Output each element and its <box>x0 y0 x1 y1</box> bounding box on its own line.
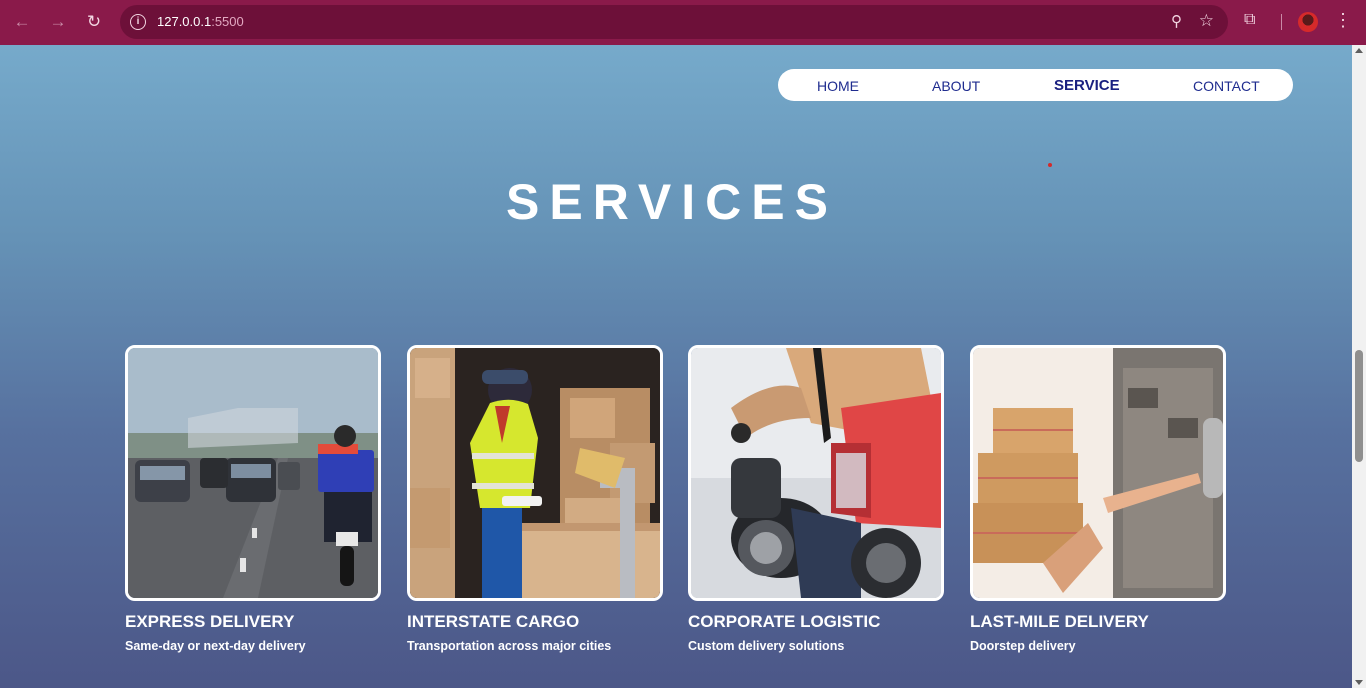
corporate-logistic-image <box>688 345 944 601</box>
express-delivery-image <box>125 345 381 601</box>
url-text[interactable]: 127.0.0.1:5500 <box>157 14 244 29</box>
card-description: Same-day or next-day delivery <box>125 639 306 653</box>
profile-avatar[interactable] <box>1298 12 1318 32</box>
address-bar[interactable]: i 127.0.0.1:5500 ⚲ ☆ <box>120 5 1228 39</box>
browser-toolbar: ← → ↻ i 127.0.0.1:5500 ⚲ ☆ ⧉ ⋮ <box>0 0 1366 45</box>
nav-about[interactable]: ABOUT <box>932 78 980 94</box>
card-title: INTERSTATE CARGO <box>407 612 580 631</box>
last-mile-delivery-image <box>970 345 1226 601</box>
service-card-interstate[interactable]: INTERSTATE CARGO Transportation across m… <box>407 345 663 653</box>
card-description: Transportation across major cities <box>407 639 612 653</box>
back-arrow-icon[interactable]: ← <box>11 11 33 33</box>
interstate-cargo-image <box>407 345 663 601</box>
zoom-icon[interactable]: ⚲ <box>1171 12 1182 30</box>
scroll-up-arrow-icon[interactable] <box>1355 48 1363 53</box>
nav-service[interactable]: SERVICE <box>1054 77 1120 94</box>
kebab-menu-icon[interactable]: ⋮ <box>1334 10 1352 31</box>
reload-icon[interactable]: ↻ <box>83 11 105 33</box>
scrollbar-thumb[interactable] <box>1355 350 1363 462</box>
card-title: EXPRESS DELIVERY <box>125 612 295 631</box>
bookmark-star-icon[interactable]: ☆ <box>1199 11 1214 31</box>
card-title: CORPORATE LOGISTIC <box>688 612 881 631</box>
site-info-icon[interactable]: i <box>130 14 146 30</box>
scroll-down-arrow-icon[interactable] <box>1355 680 1363 685</box>
service-card-last-mile[interactable]: LAST-MILE DELIVERY Doorstep delivery <box>970 345 1226 653</box>
nav-contact[interactable]: CONTACT <box>1193 78 1260 94</box>
main-nav: HOME ABOUT SERVICE CONTACT <box>778 69 1293 101</box>
vertical-scrollbar[interactable] <box>1352 45 1366 688</box>
extensions-puzzle-icon[interactable]: ⧉ <box>1244 11 1255 29</box>
decorative-dot <box>1048 163 1052 167</box>
page-content: HOME ABOUT SERVICE CONTACT SERVICES EXPR… <box>0 45 1352 688</box>
card-title: LAST-MILE DELIVERY <box>970 612 1149 631</box>
forward-arrow-icon[interactable]: → <box>47 11 69 33</box>
service-card-express[interactable]: EXPRESS DELIVERY Same-day or next-day de… <box>125 345 381 653</box>
card-description: Custom delivery solutions <box>688 639 845 653</box>
toolbar-divider <box>1281 14 1282 30</box>
service-card-corporate[interactable]: CORPORATE LOGISTIC Custom delivery solut… <box>688 345 944 653</box>
nav-home[interactable]: HOME <box>817 78 859 94</box>
page-title: SERVICES <box>506 174 838 230</box>
card-description: Doorstep delivery <box>970 639 1076 653</box>
